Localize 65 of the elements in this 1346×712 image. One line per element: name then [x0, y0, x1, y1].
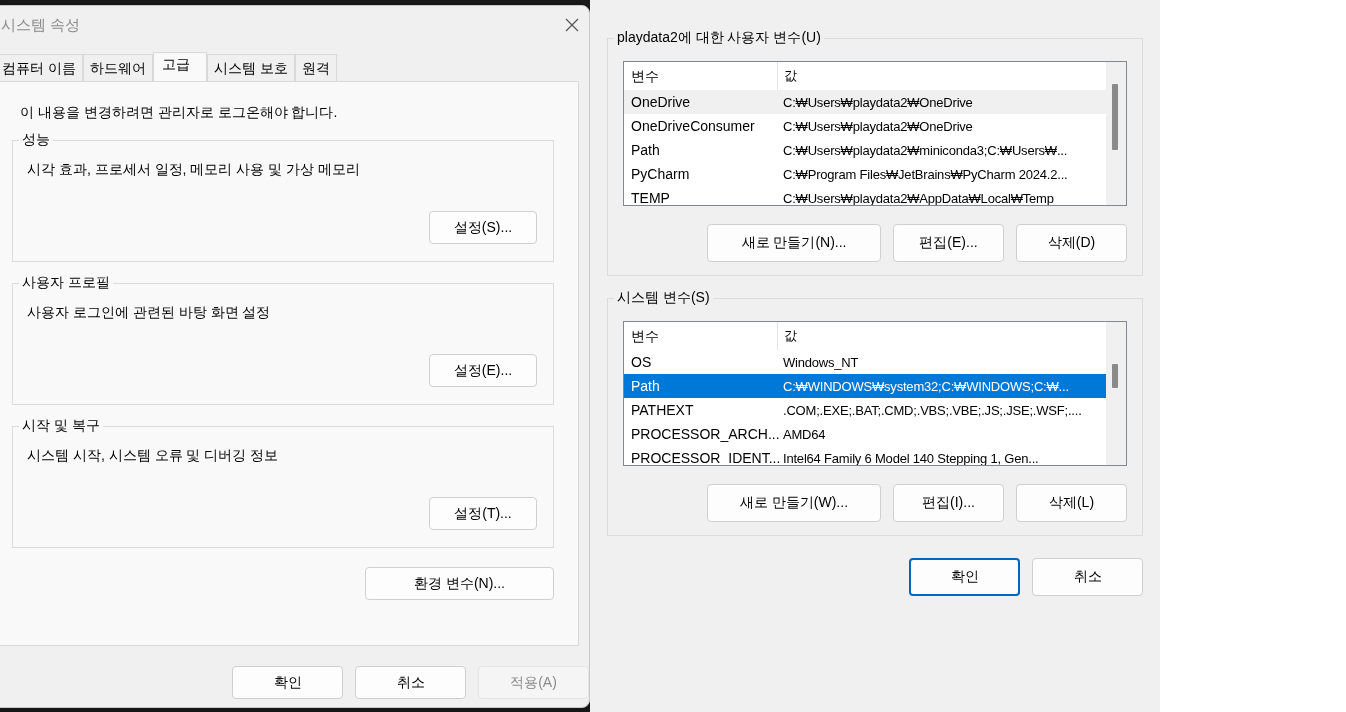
settings-button[interactable]: 설정(E)...: [429, 354, 537, 387]
settings-button[interactable]: 설정(T)...: [429, 497, 537, 530]
variable-row[interactable]: PROCESSOR_ARCH... AMD64: [624, 422, 1106, 446]
scrollbar-thumb[interactable]: [1112, 364, 1118, 388]
settings-button[interactable]: 설정(S)...: [429, 211, 537, 244]
variable-row[interactable]: Path C:₩Users₩playdata2₩miniconda3;C:₩Users₩...: [624, 138, 1106, 162]
tab[interactable]: 하드웨어: [82, 54, 153, 81]
variable-name: PATHEXT: [630, 402, 695, 418]
group-title: 사용자 프로필: [19, 274, 113, 292]
variable-value: Intel64 Family 6 Model 140 Stepping 1, Gen...: [782, 450, 1039, 465]
variable-value: C:₩Users₩playdata2₩OneDrive: [782, 94, 973, 110]
notice-text: 이 내용을 변경하려면 관리자로 로그온해야 합니다.: [20, 104, 339, 122]
variable-value: C:₩Users₩playdata2₩AppData₩Local₩Temp: [782, 190, 1054, 205]
variable-row[interactable]: OneDrive C:₩Users₩playdata2₩OneDrive: [624, 90, 1106, 114]
scrollbar-thumb[interactable]: [1112, 84, 1118, 150]
group-description: 시각 효과, 프로세서 일정, 메모리 사용 및 가상 메모리: [27, 161, 361, 179]
variable-name: Path: [630, 378, 661, 394]
list-action-button[interactable]: 새로 만들기(W)...: [707, 484, 881, 522]
list-action-button[interactable]: 삭제(L): [1016, 484, 1127, 522]
variable-row[interactable]: OS Windows_NT: [624, 350, 1106, 374]
variable-name: OneDriveConsumer: [630, 118, 756, 134]
variable-value: C:₩Users₩playdata2₩OneDrive: [782, 118, 973, 134]
environment-variables-button[interactable]: 환경 변수(N)...: [365, 567, 554, 600]
variable-name: PROCESSOR_IDENT...: [630, 450, 777, 465]
variable-row[interactable]: TEMP C:₩Users₩playdata2₩AppData₩Local₩Temp: [624, 186, 1106, 205]
group-title: playdata2에 대한 사용자 변수(U): [614, 29, 824, 47]
dialog-button[interactable]: 확인: [909, 558, 1020, 596]
variable-value: C:₩Users₩playdata2₩miniconda3;C:₩Users₩...: [782, 142, 1068, 158]
close-icon[interactable]: [565, 18, 579, 32]
variable-row[interactable]: Path C:₩WINDOWS₩system32;C:₩WINDOWS;C:₩...: [624, 374, 1106, 398]
tab[interactable]: 컴퓨터 이름: [0, 54, 83, 81]
variable-row[interactable]: OneDriveConsumer C:₩Users₩playdata2₩OneDrive: [624, 114, 1106, 138]
list-action-button[interactable]: 새로 만들기(N)...: [707, 224, 881, 262]
tab[interactable]: 시스템 보호: [206, 54, 295, 81]
variable-name: OS: [630, 354, 653, 370]
variable-name: Path: [630, 142, 661, 158]
group-description: 사용자 로그인에 관련된 바탕 화면 설정: [27, 304, 272, 322]
variable-name: PROCESSOR_ARCH...: [630, 426, 777, 442]
variable-name: PyCharm: [630, 166, 691, 182]
variable-name: OneDrive: [630, 94, 692, 110]
tab[interactable]: 원격: [294, 54, 337, 81]
variable-value: Windows_NT: [782, 354, 859, 370]
list-action-button[interactable]: 삭제(D): [1016, 224, 1127, 262]
column-header[interactable]: 변수: [624, 322, 778, 350]
group-title: 시작 및 복구: [19, 417, 103, 435]
list-action-button[interactable]: 편집(I)...: [893, 484, 1004, 522]
variable-value: .COM;.EXE;.BAT;.CMD;.VBS;.VBE;.JS;.JSE;.WSF;....: [782, 402, 1082, 418]
window-title: 시스템 속성: [1, 15, 81, 35]
dialog-button[interactable]: 취소: [1032, 558, 1143, 596]
variable-value: C:₩Program Files₩JetBrains₩PyCharm 2024.2...: [782, 166, 1068, 182]
variable-row[interactable]: PATHEXT .COM;.EXE;.BAT;.CMD;.VBS;.VBE;.JS;.JSE;.WSF;....: [624, 398, 1106, 422]
variable-name: TEMP: [630, 190, 671, 205]
dialog-button[interactable]: 확인: [232, 666, 343, 699]
variable-row[interactable]: PyCharm C:₩Program Files₩JetBrains₩PyCharm 2024.2...: [624, 162, 1106, 186]
variable-value: AMD64: [782, 426, 826, 442]
variable-row[interactable]: PROCESSOR_IDENT... Intel64 Family 6 Model 140 Stepping 1, Gen...: [624, 446, 1106, 465]
variable-value: C:₩WINDOWS₩system32;C:₩WINDOWS;C:₩...: [782, 378, 1069, 394]
column-header[interactable]: 값: [778, 67, 797, 85]
group-title: 시스템 변수(S): [614, 289, 713, 307]
dialog-button[interactable]: 취소: [355, 666, 466, 699]
list-action-button[interactable]: 편집(E)...: [893, 224, 1004, 262]
tab[interactable]: 고급: [152, 52, 207, 81]
column-header[interactable]: 값: [778, 327, 797, 345]
group-description: 시스템 시작, 시스템 오류 및 디버깅 정보: [27, 447, 280, 465]
group-title: 성능: [19, 131, 53, 149]
